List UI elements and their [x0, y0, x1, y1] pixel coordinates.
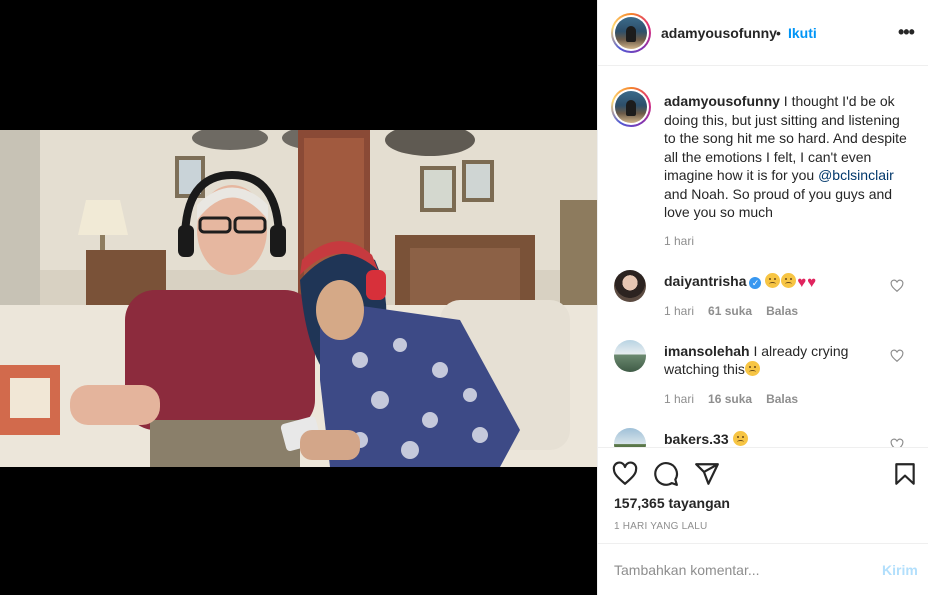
- more-options-icon[interactable]: •••: [898, 22, 918, 42]
- sad-face-emoji-icon: [765, 273, 781, 288]
- sad-face-emoji-icon: [732, 431, 748, 446]
- bookmark-icon[interactable]: [892, 461, 918, 487]
- verified-badge-icon: ✓: [749, 277, 762, 289]
- comment-like-heart-icon[interactable]: [890, 349, 904, 363]
- comment-likes[interactable]: 61 suka: [708, 304, 752, 318]
- post-side-panel: adamyousofunny • Ikuti ••• adamyousofunn…: [597, 0, 928, 595]
- reply-button[interactable]: Balas: [766, 392, 798, 406]
- media-pane: [0, 0, 597, 595]
- comment-icon[interactable]: [653, 461, 679, 487]
- follow-button[interactable]: Ikuti: [788, 25, 817, 41]
- post-actions: 157,365 tayangan 1 HARI YANG LALU: [598, 447, 928, 543]
- separator-dot: •: [776, 25, 781, 41]
- instagram-post-view: adamyousofunny • Ikuti ••• adamyousofunn…: [0, 0, 928, 595]
- comment-meta: 1 hari 61 suka Balas: [664, 304, 812, 318]
- comment: bakers.33: [664, 430, 889, 447]
- comment-avatar[interactable]: [614, 270, 646, 302]
- red-heart-emoji-icon: ♥: [797, 274, 807, 291]
- red-heart-emoji-icon: ♥: [807, 274, 817, 291]
- view-count[interactable]: 157,365 tayangan: [614, 495, 730, 511]
- comment-meta: 1 hari 16 suka Balas: [664, 392, 812, 406]
- post-caption: adamyousofunny I thought I'd be ok doing…: [664, 92, 914, 222]
- comment: imansolehah I already crying watching th…: [664, 342, 889, 378]
- post-timestamp[interactable]: 1 HARI YANG LALU: [614, 521, 707, 532]
- comment-avatar[interactable]: [614, 340, 646, 372]
- post-video[interactable]: [0, 130, 597, 467]
- comment-username[interactable]: bakers.33: [664, 431, 729, 447]
- heart-icon[interactable]: [612, 461, 638, 487]
- caption-author-avatar[interactable]: [611, 87, 651, 127]
- sad-face-emoji-icon: [744, 361, 760, 376]
- video-frame-illustration: [0, 130, 597, 467]
- comment-avatar[interactable]: [614, 428, 646, 447]
- comment-composer: Kirim: [598, 543, 928, 595]
- comment-input[interactable]: [614, 560, 854, 580]
- comment: daiyantrisha ✓ ♥♥: [664, 272, 889, 292]
- caption-mention[interactable]: @bclsinclair: [818, 167, 894, 183]
- comment-like-heart-icon[interactable]: [890, 438, 904, 447]
- author-username[interactable]: adamyousofunny: [661, 25, 777, 41]
- share-icon[interactable]: [694, 461, 720, 487]
- author-avatar[interactable]: [611, 13, 651, 53]
- sad-face-emoji-icon: [781, 273, 797, 288]
- comment-like-heart-icon[interactable]: [890, 279, 904, 293]
- comment-username[interactable]: daiyantrisha: [664, 273, 746, 289]
- caption-time[interactable]: 1 hari: [664, 234, 694, 248]
- comment-time[interactable]: 1 hari: [664, 392, 694, 406]
- comment-username[interactable]: imansolehah: [664, 343, 750, 359]
- caption-username[interactable]: adamyousofunny: [664, 93, 780, 109]
- comments-list[interactable]: adamyousofunny I thought I'd be ok doing…: [598, 67, 928, 447]
- caption-text-end: and Noah. So proud of you guys and love …: [664, 185, 893, 221]
- post-comment-button[interactable]: Kirim: [882, 562, 918, 578]
- comment-likes[interactable]: 16 suka: [708, 392, 752, 406]
- reply-button[interactable]: Balas: [766, 304, 798, 318]
- comment-time[interactable]: 1 hari: [664, 304, 694, 318]
- post-header: adamyousofunny • Ikuti •••: [598, 0, 928, 66]
